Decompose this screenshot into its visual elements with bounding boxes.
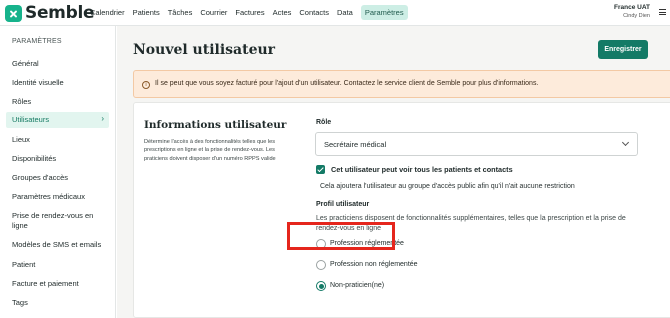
- sidebar-item-parametres-medicaux[interactable]: Paramètres médicaux: [6, 189, 109, 205]
- save-button[interactable]: Enregistrer: [598, 40, 648, 59]
- radio-label-profession-non-reglementee: Profession non réglementée: [330, 261, 418, 268]
- info-icon: i: [142, 81, 150, 89]
- user-info-card: Informations utilisateur Détermine l'acc…: [133, 102, 670, 318]
- user-menu[interactable]: France UAT Cindy Dien: [614, 4, 650, 19]
- nav-item-data[interactable]: Data: [337, 5, 353, 20]
- brand-name: Semble: [25, 3, 95, 23]
- sidebar-item-utilisateurs[interactable]: Utilisateurs ›: [6, 112, 109, 128]
- chevron-right-icon: ›: [101, 114, 104, 123]
- alert-text: Il se peut que vous soyez facturé pour l…: [155, 80, 539, 87]
- sidebar-item-modeles-sms[interactable]: Modèles de SMS et emails: [6, 237, 109, 253]
- radio-profession-non-reglementee[interactable]: [316, 260, 326, 270]
- role-label: Rôle: [316, 119, 332, 126]
- semble-logo[interactable]: Semble: [5, 3, 95, 23]
- nav-item-taches[interactable]: Tâches: [168, 5, 193, 20]
- nav-item-actes[interactable]: Actes: [273, 5, 292, 20]
- role-select[interactable]: Secrétaire médical: [315, 132, 638, 156]
- main-nav: Calendrier Patients Tâches Courrier Fact…: [90, 0, 416, 25]
- nav-item-calendrier[interactable]: Calendrier: [90, 5, 125, 20]
- sidebar-item-disponibilites[interactable]: Disponibilités: [6, 151, 109, 167]
- user-name: Cindy Dien: [623, 13, 650, 19]
- sidebar-item-general[interactable]: Général: [6, 56, 109, 72]
- checkbox-hint: Cela ajoutera l'utilisateur au groupe d'…: [320, 183, 575, 190]
- sidebar-item-facture-paiement[interactable]: Facture et paiement: [6, 276, 109, 292]
- sidebar-item-prise-rdv[interactable]: Prise de rendez-vous en ligne: [6, 208, 109, 234]
- sidebar-item-tags[interactable]: Tags: [6, 295, 109, 311]
- settings-sidebar: PARAMÈTRES Général Identité visuelle Rôl…: [0, 26, 116, 318]
- top-navbar: Semble Calendrier Patients Tâches Courri…: [0, 0, 670, 26]
- page-title: Nouvel utilisateur: [133, 42, 276, 58]
- sidebar-item-roles[interactable]: Rôles: [6, 94, 109, 110]
- hamburger-menu-icon[interactable]: [659, 9, 666, 15]
- user-organization: France UAT: [614, 4, 650, 11]
- chevron-down-icon: [621, 138, 630, 147]
- nav-item-contacts[interactable]: Contacts: [299, 5, 329, 20]
- sidebar-item-label: Utilisateurs: [12, 115, 50, 124]
- sidebar-item-patient[interactable]: Patient: [6, 257, 109, 273]
- profil-label: Profil utilisateur: [316, 201, 370, 208]
- main-content: Nouvel utilisateur Enregistrer i Il se p…: [117, 26, 670, 318]
- sidebar-item-groupes-acces[interactable]: Groupes d'accès: [6, 170, 109, 186]
- sidebar-item-lieux[interactable]: Lieux: [6, 132, 109, 148]
- nav-item-patients[interactable]: Patients: [133, 5, 160, 20]
- radio-label-non-praticien: Non-praticien(ne): [330, 282, 385, 289]
- card-description: Détermine l'accès à des fonctionnalités …: [144, 139, 276, 162]
- role-select-value: Secrétaire médical: [324, 140, 387, 149]
- checkbox-label: Cet utilisateur peut voir tous les patie…: [331, 165, 513, 174]
- billing-alert: i Il se peut que vous soyez facturé pour…: [133, 70, 670, 98]
- nav-item-parametres[interactable]: Paramètres: [360, 5, 408, 20]
- card-title: Informations utilisateur: [144, 119, 287, 131]
- nav-item-factures[interactable]: Factures: [235, 5, 264, 20]
- semble-logo-icon: [5, 4, 22, 22]
- highlight-box: [287, 222, 395, 250]
- radio-non-praticien[interactable]: [316, 281, 326, 291]
- see-all-patients-checkbox[interactable]: [316, 165, 325, 174]
- nav-item-courrier[interactable]: Courrier: [200, 5, 227, 20]
- sidebar-item-identite-visuelle[interactable]: Identité visuelle: [6, 75, 109, 91]
- sidebar-title: PARAMÈTRES: [12, 38, 62, 45]
